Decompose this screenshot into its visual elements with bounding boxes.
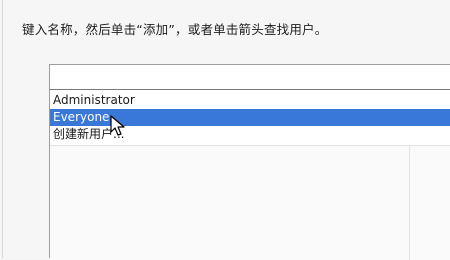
user-detail-panel — [50, 145, 450, 260]
suggestion-administrator[interactable]: Administrator — [50, 92, 450, 109]
instruction-text: 键入名称，然后单击“添加”，或者单击箭头查找用户。 — [22, 22, 328, 37]
user-name-input[interactable] — [50, 65, 450, 90]
add-user-dialog: 键入名称，然后单击“添加”，或者单击箭头查找用户。 Administrator … — [0, 0, 450, 260]
user-name-combobox[interactable]: Administrator Everyone 创建新用户... — [49, 64, 450, 260]
panel-divider — [409, 146, 410, 260]
mouse-cursor-icon — [110, 115, 125, 136]
